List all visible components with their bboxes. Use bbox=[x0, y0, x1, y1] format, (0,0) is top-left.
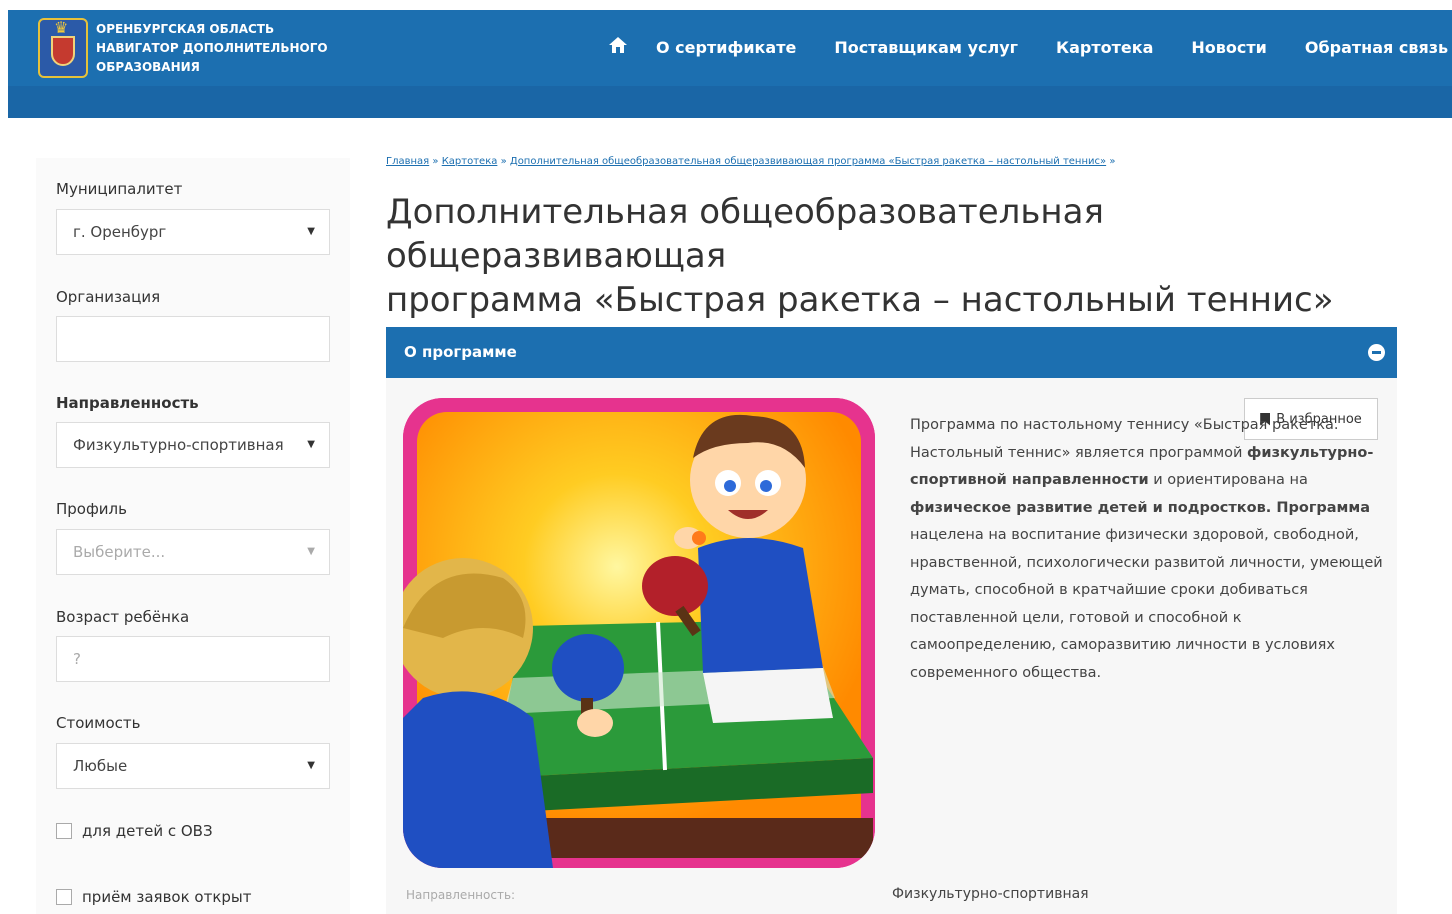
direction-value: Физкультурно-спортивная bbox=[73, 436, 284, 454]
page-title: Дополнительная общеобразовательная общер… bbox=[386, 190, 1386, 322]
caret-down-icon: ▼ bbox=[307, 546, 315, 557]
age-input[interactable]: ? bbox=[56, 636, 330, 682]
about-program-panel-header[interactable]: О программе bbox=[386, 327, 1397, 378]
breadcrumb-separator: » bbox=[1109, 156, 1116, 167]
home-icon[interactable] bbox=[608, 36, 628, 59]
region-emblem-logo[interactable]: ♛ bbox=[38, 18, 88, 78]
desc-bold-2: физическое развитие детей и подростков. bbox=[910, 499, 1272, 516]
page-title-line-2: программа «Быстрая ракетка – настольный … bbox=[386, 280, 1334, 320]
breadcrumb-home[interactable]: Главная bbox=[386, 156, 429, 167]
direction-label: Направленность bbox=[56, 394, 199, 412]
collapse-icon[interactable] bbox=[1368, 344, 1385, 361]
breadcrumb: Главная » Картотека » Дополнительная общ… bbox=[386, 156, 1115, 167]
breadcrumb-separator: » bbox=[500, 156, 507, 167]
organization-label: Организация bbox=[56, 288, 161, 306]
open-applications-checkbox[interactable] bbox=[56, 889, 72, 905]
ovz-checkbox-label: для детей с ОВЗ bbox=[82, 822, 213, 840]
program-description: Программа по настольному теннису «Быстра… bbox=[910, 412, 1385, 687]
profile-placeholder: Выберите... bbox=[73, 543, 166, 561]
nav-feedback[interactable]: Обратная связь bbox=[1305, 38, 1448, 57]
crown-icon: ♛ bbox=[54, 18, 69, 37]
profile-select[interactable]: Выберите... ▼ bbox=[56, 529, 330, 575]
ovz-checkbox-row[interactable]: для детей с ОВЗ bbox=[56, 822, 213, 840]
desc-bold-3: Программа bbox=[1271, 499, 1371, 516]
brand-line-2: НАВИГАТОР ДОПОЛНИТЕЛЬНОГО bbox=[96, 41, 328, 55]
direction-field-value: Физкультурно-спортивная bbox=[892, 886, 1089, 902]
municipality-value: г. Оренбург bbox=[73, 223, 167, 241]
navbar-bottom-strip bbox=[8, 86, 1452, 118]
nav-certificate[interactable]: О сертификате bbox=[656, 38, 796, 57]
page-title-line-1: Дополнительная общеобразовательная общер… bbox=[386, 192, 1104, 276]
brand-line-3: ОБРАЗОВАНИЯ bbox=[96, 60, 200, 74]
breadcrumb-separator: » bbox=[432, 156, 439, 167]
desc-text-3: нацелена на воспитание физически здорово… bbox=[910, 527, 1383, 681]
cost-label: Стоимость bbox=[56, 714, 141, 732]
panel-title: О программе bbox=[404, 343, 517, 361]
desc-text-2: и ориентирована на bbox=[1148, 472, 1308, 488]
direction-field-label: Направленность: bbox=[406, 888, 516, 902]
filter-sidebar: Муниципалитет г. Оренбург ▼ Организация … bbox=[36, 158, 350, 914]
site-brand[interactable]: ОРЕНБУРГСКАЯ ОБЛАСТЬ НАВИГАТОР ДОПОЛНИТЕ… bbox=[96, 20, 328, 77]
caret-down-icon: ▼ bbox=[307, 226, 315, 237]
main-nav: О сертификате Поставщикам услуг Картотек… bbox=[608, 10, 1452, 84]
nav-providers[interactable]: Поставщикам услуг bbox=[834, 38, 1018, 57]
cost-value: Любые bbox=[73, 757, 128, 775]
caret-down-icon: ▼ bbox=[307, 760, 315, 771]
breadcrumb-current[interactable]: Дополнительная общеобразовательная общер… bbox=[510, 156, 1106, 167]
profile-label: Профиль bbox=[56, 500, 127, 518]
brand-line-1: ОРЕНБУРГСКАЯ ОБЛАСТЬ bbox=[96, 22, 275, 36]
shield-icon bbox=[51, 36, 75, 66]
age-label: Возраст ребёнка bbox=[56, 608, 190, 626]
nav-catalog[interactable]: Картотека bbox=[1056, 38, 1153, 57]
direction-select[interactable]: Физкультурно-спортивная ▼ bbox=[56, 422, 330, 468]
open-applications-label: приём заявок открыт bbox=[82, 888, 252, 906]
caret-down-icon: ▼ bbox=[307, 439, 315, 450]
breadcrumb-catalog[interactable]: Картотека bbox=[442, 156, 498, 167]
top-navbar: ♛ ОРЕНБУРГСКАЯ ОБЛАСТЬ НАВИГАТОР ДОПОЛНИ… bbox=[8, 10, 1452, 118]
program-illustration bbox=[403, 398, 875, 868]
ovz-checkbox[interactable] bbox=[56, 823, 72, 839]
municipality-select[interactable]: г. Оренбург ▼ bbox=[56, 209, 330, 255]
municipality-label: Муниципалитет bbox=[56, 180, 183, 198]
open-applications-checkbox-row[interactable]: приём заявок открыт bbox=[56, 888, 252, 906]
nav-news[interactable]: Новости bbox=[1191, 38, 1266, 57]
cost-select[interactable]: Любые ▼ bbox=[56, 743, 330, 789]
organization-input[interactable] bbox=[56, 316, 330, 362]
